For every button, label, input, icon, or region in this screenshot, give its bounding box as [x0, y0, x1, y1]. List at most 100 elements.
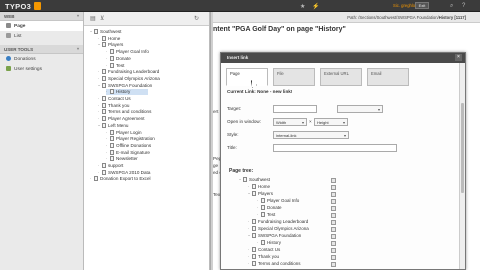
subpages-toggle[interactable] [331, 240, 336, 246]
tree-node[interactable]: · Terms and conditions [98, 109, 151, 115]
dialog-title-bar[interactable]: Insert link × [221, 53, 465, 63]
page-icon[interactable] [102, 69, 106, 75]
tree-node[interactable]: − SWSPGA Foundation [98, 82, 152, 89]
bookmark-icon[interactable]: ★ [300, 3, 305, 10]
module-item-list[interactable]: List [0, 31, 83, 41]
tree-node[interactable]: · Offline Donations [106, 142, 151, 149]
tree-node[interactable]: · Player Agreement [98, 116, 145, 122]
module-section-web[interactable]: WEB ▾ [0, 12, 83, 21]
page-icon[interactable] [102, 122, 106, 128]
page-icon[interactable] [102, 169, 106, 175]
page-icon[interactable] [102, 82, 106, 88]
page-icon[interactable] [94, 176, 98, 182]
scrollbar-thumb[interactable] [461, 103, 464, 193]
module-item-donations[interactable]: Donations [0, 54, 83, 64]
page-icon[interactable] [102, 163, 106, 168]
tree-node[interactable]: · Thank you [98, 102, 129, 109]
new-page-icon[interactable]: ▤ [90, 15, 96, 22]
style-select[interactable]: internal-link ▾ [273, 131, 349, 139]
page-icon[interactable] [102, 116, 106, 122]
tree-node[interactable]: · Home [98, 35, 120, 42]
clear-cache-icon[interactable]: ⚡ [312, 3, 319, 10]
page-icon[interactable] [110, 142, 114, 148]
filter-icon[interactable]: ⊻ [100, 15, 104, 22]
subpages-toggle[interactable] [331, 191, 336, 197]
height-select[interactable]: Height ▾ [314, 118, 348, 126]
width-select[interactable]: Width ▾ [273, 118, 307, 126]
logout-button[interactable]: Exit [415, 2, 429, 9]
collapse-icon[interactable]: ▾ [77, 13, 79, 18]
tree-node[interactable]: · SWSPGA 2010 Data [98, 169, 150, 176]
target-input[interactable] [273, 105, 317, 113]
tree-node[interactable]: · Test [106, 62, 124, 69]
link-tree-node[interactable]: · Player Goal Info [257, 198, 299, 204]
close-icon[interactable]: × [455, 54, 462, 61]
page-icon[interactable] [102, 35, 106, 41]
subpages-toggle[interactable] [331, 198, 336, 204]
page-icon[interactable] [110, 136, 114, 142]
subpages-toggle[interactable] [331, 233, 336, 239]
page-icon[interactable] [110, 49, 114, 55]
module-item-user-settings[interactable]: User settings [0, 64, 83, 74]
link-tree-node[interactable]: · History [257, 240, 281, 246]
module-section-user-tools[interactable]: USER TOOLS ▾ [0, 45, 83, 54]
subpages-toggle[interactable] [331, 261, 336, 267]
tree-node[interactable]: − Left Menu [98, 122, 128, 129]
page-icon[interactable] [110, 156, 114, 162]
link-tree-node[interactable]: · Thank you [248, 254, 279, 260]
tab-page[interactable]: Page [226, 68, 268, 86]
subpages-toggle[interactable] [331, 254, 336, 260]
title-input[interactable] [273, 144, 397, 152]
tree-node[interactable]: · Donate [106, 55, 131, 62]
subpages-toggle[interactable] [331, 247, 336, 253]
link-tree-node[interactable]: · Home [248, 184, 270, 190]
link-tree-node[interactable]: · Fundraising Leaderboard [248, 219, 308, 225]
tab-external-url[interactable]: External URL [320, 68, 362, 86]
refresh-icon[interactable]: ↻ [194, 15, 199, 22]
search-icon[interactable]: ⌕ [450, 3, 453, 10]
page-icon[interactable] [110, 129, 114, 135]
tree-node[interactable]: · Newsletter [106, 156, 138, 162]
page-icon[interactable] [110, 55, 114, 61]
link-tree-node[interactable]: · Contact Us [248, 247, 280, 253]
collapse-icon[interactable]: ▾ [77, 46, 79, 51]
link-tree-node[interactable]: − Southwest [239, 177, 270, 183]
tab-email[interactable]: Email [367, 68, 409, 86]
subpages-toggle[interactable] [331, 205, 336, 211]
subpages-toggle[interactable] [331, 226, 336, 232]
tree-node[interactable]: · Player Login [106, 129, 142, 136]
tree-node-selected[interactable]: · History [106, 89, 149, 96]
subpages-toggle[interactable] [331, 184, 336, 190]
page-icon[interactable] [110, 149, 114, 155]
tree-node[interactable]: · support [98, 163, 123, 169]
tab-file[interactable]: File [273, 68, 315, 86]
tree-node[interactable]: − Southwest [90, 29, 121, 35]
page-icon[interactable] [110, 62, 114, 68]
tree-node[interactable]: · Donation Export to Excel [90, 176, 151, 182]
target-select[interactable]: ▾ [337, 105, 383, 113]
tree-node[interactable]: · E-mail Signature [106, 149, 150, 156]
page-icon[interactable] [102, 109, 106, 115]
page-icon[interactable] [102, 75, 106, 81]
link-tree-node[interactable]: · Donate [257, 205, 282, 211]
page-icon[interactable] [110, 89, 114, 95]
link-tree-node[interactable]: − Players [248, 191, 273, 197]
link-tree-node[interactable]: · Test [257, 212, 275, 218]
page-icon[interactable] [102, 96, 106, 101]
tree-node[interactable]: · Player Registration [106, 136, 155, 142]
help-icon[interactable]: ? [462, 3, 465, 9]
link-tree-node[interactable]: − SWSPGA Foundation [248, 233, 301, 239]
subpages-toggle[interactable] [331, 219, 336, 225]
tree-node[interactable]: · Fundraising Leaderboard [98, 69, 159, 75]
module-item-page[interactable]: Page [0, 21, 83, 31]
link-tree-node[interactable]: · Special Olympics Arizona [248, 226, 309, 232]
page-icon[interactable] [94, 29, 98, 34]
tree-node[interactable]: − Players [98, 42, 123, 48]
subpages-toggle[interactable] [331, 177, 336, 183]
page-icon[interactable] [102, 102, 106, 108]
tree-node[interactable]: · Player Goal Info [106, 49, 149, 55]
link-tree-node[interactable]: · Terms and conditions [248, 261, 301, 267]
tree-node[interactable]: · Contact Us [98, 96, 131, 102]
page-icon[interactable] [102, 42, 106, 48]
subpages-toggle[interactable] [331, 212, 336, 218]
